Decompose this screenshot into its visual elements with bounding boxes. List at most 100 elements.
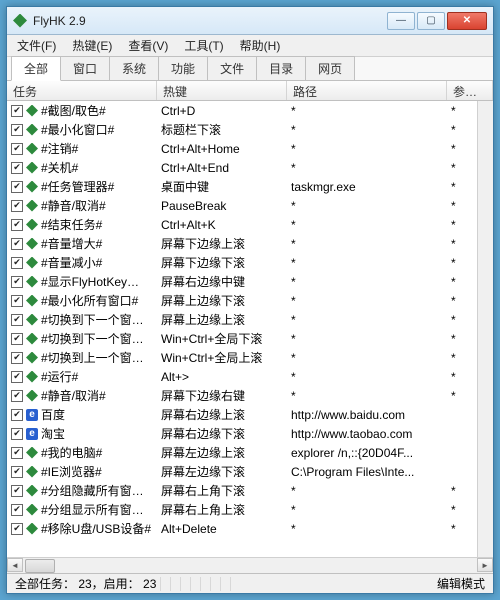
row-checkbox[interactable]: ✔ [11, 257, 23, 269]
row-checkbox[interactable]: ✔ [11, 409, 23, 421]
row-checkbox[interactable]: ✔ [11, 143, 23, 155]
task-name: #静音/取消# [41, 387, 153, 404]
tab-dir[interactable]: 目录 [256, 56, 306, 80]
row-checkbox[interactable]: ✔ [11, 200, 23, 212]
table-row[interactable]: ✔#移除U盘/USB设备#Alt+Delete** [7, 519, 493, 538]
tab-web[interactable]: 网页 [305, 56, 355, 80]
table-row[interactable]: ✔#我的电脑#屏幕左边缘上滚explorer /n,::{20D04F... [7, 443, 493, 462]
path-cell: * [287, 199, 447, 213]
col-header-task[interactable]: 任务 [7, 81, 157, 100]
row-checkbox[interactable]: ✔ [11, 295, 23, 307]
hscroll-left[interactable]: ◄ [7, 558, 23, 572]
row-checkbox[interactable]: ✔ [11, 390, 23, 402]
window-title: FlyHK 2.9 [33, 14, 387, 28]
hotkey-cell: PauseBreak [157, 199, 287, 213]
hscroll-track[interactable] [23, 558, 477, 573]
path-cell: * [287, 351, 447, 365]
tab-function[interactable]: 功能 [158, 56, 208, 80]
task-name: #最小化所有窗口# [41, 292, 153, 309]
table-row[interactable]: ✔#任务管理器#桌面中键taskmgr.exe* [7, 177, 493, 196]
maximize-button[interactable]: ▢ [417, 12, 445, 30]
table-row[interactable]: ✔#截图/取色#Ctrl+D** [7, 101, 493, 120]
app-icon [13, 14, 27, 28]
row-checkbox[interactable]: ✔ [11, 504, 23, 516]
table-row[interactable]: ✔#显示FlyHotKey…屏幕右边缘中键** [7, 272, 493, 291]
table-row[interactable]: ✔#音量减小#屏幕下边缘下滚** [7, 253, 493, 272]
col-header-hotkey[interactable]: 热键 [157, 81, 287, 100]
table-row[interactable]: ✔#切换到上一个窗…Win+Ctrl+全局上滚** [7, 348, 493, 367]
row-checkbox[interactable]: ✔ [11, 333, 23, 345]
table-row[interactable]: ✔#结束任务#Ctrl+Alt+K** [7, 215, 493, 234]
tab-file[interactable]: 文件 [207, 56, 257, 80]
task-name: #分组隐藏所有窗… [41, 482, 153, 499]
tab-all[interactable]: 全部 [11, 56, 61, 81]
task-name: #显示FlyHotKey… [41, 273, 153, 290]
table-row[interactable]: ✔#切换到下一个窗…Win+Ctrl+全局下滚** [7, 329, 493, 348]
row-checkbox[interactable]: ✔ [11, 485, 23, 497]
table-row[interactable]: ✔#音量增大#屏幕下边缘上滚** [7, 234, 493, 253]
row-checkbox[interactable]: ✔ [11, 371, 23, 383]
hotkey-cell: 屏幕右边缘上滚 [157, 406, 287, 423]
row-checkbox[interactable]: ✔ [11, 428, 23, 440]
path-cell: * [287, 123, 447, 137]
status-counts: 全部任务： 23，启用： 23 [11, 575, 160, 592]
row-checkbox[interactable]: ✔ [11, 105, 23, 117]
table-row[interactable]: ✔淘宝屏幕右边缘下滚http://www.taobao.com [7, 424, 493, 443]
table-row[interactable]: ✔#IE浏览器#屏幕左边缘下滚C:\Program Files\Inte... [7, 462, 493, 481]
row-checkbox[interactable]: ✔ [11, 447, 23, 459]
col-header-path[interactable]: 路径 [287, 81, 447, 100]
table-row[interactable]: ✔#静音/取消#PauseBreak** [7, 196, 493, 215]
row-checkbox[interactable]: ✔ [11, 124, 23, 136]
row-checkbox[interactable]: ✔ [11, 162, 23, 174]
table-row[interactable]: ✔#最小化窗口#标题栏下滚** [7, 120, 493, 139]
path-cell: * [287, 313, 447, 327]
hscroll-thumb[interactable] [25, 559, 55, 573]
menu-hotkey[interactable]: 热键(E) [66, 35, 118, 56]
menu-file[interactable]: 文件(F) [11, 35, 62, 56]
hotkey-icon [26, 523, 38, 535]
hotkey-cell: 屏幕右边缘下滚 [157, 425, 287, 442]
table-row[interactable]: ✔#运行#Alt+>** [7, 367, 493, 386]
hotkey-icon [26, 485, 38, 497]
ie-icon [26, 409, 38, 421]
horizontal-scrollbar[interactable]: ◄ ► [7, 557, 493, 573]
col-header-param[interactable]: 参… [447, 81, 493, 100]
table-row[interactable]: ✔#切换到下一个窗…屏幕上边缘上滚** [7, 310, 493, 329]
hotkey-icon [26, 447, 38, 459]
task-name: #切换到下一个窗… [41, 330, 153, 347]
menu-tools[interactable]: 工具(T) [178, 35, 229, 56]
row-checkbox[interactable]: ✔ [11, 219, 23, 231]
hotkey-icon [26, 257, 38, 269]
row-checkbox[interactable]: ✔ [11, 238, 23, 250]
row-checkbox[interactable]: ✔ [11, 314, 23, 326]
table-row[interactable]: ✔百度屏幕右边缘上滚http://www.baidu.com [7, 405, 493, 424]
hotkey-cell: 桌面中键 [157, 178, 287, 195]
table-row[interactable]: ✔#关机#Ctrl+Alt+End** [7, 158, 493, 177]
minimize-button[interactable]: — [387, 12, 415, 30]
path-cell: taskmgr.exe [287, 180, 447, 194]
row-checkbox[interactable]: ✔ [11, 523, 23, 535]
menu-help[interactable]: 帮助(H) [234, 35, 287, 56]
window-controls: — ▢ ✕ [387, 12, 487, 30]
menu-view[interactable]: 查看(V) [122, 35, 174, 56]
row-checkbox[interactable]: ✔ [11, 181, 23, 193]
titlebar[interactable]: FlyHK 2.9 — ▢ ✕ [7, 7, 493, 35]
table-row[interactable]: ✔#注销#Ctrl+Alt+Home** [7, 139, 493, 158]
table-row[interactable]: ✔#最小化所有窗口#屏幕上边缘下滚** [7, 291, 493, 310]
path-cell: * [287, 503, 447, 517]
row-checkbox[interactable]: ✔ [11, 276, 23, 288]
table-row[interactable]: ✔#分组显示所有窗…屏幕右上角上滚** [7, 500, 493, 519]
close-button[interactable]: ✕ [447, 12, 487, 30]
ie-icon [26, 428, 38, 440]
tab-system[interactable]: 系统 [109, 56, 159, 80]
tab-window[interactable]: 窗口 [60, 56, 110, 80]
vertical-scrollbar[interactable] [477, 101, 493, 557]
hotkey-cell: 屏幕右边缘中键 [157, 273, 287, 290]
hscroll-right[interactable]: ► [477, 558, 493, 572]
table-row[interactable]: ✔#静音/取消#屏幕下边缘右键** [7, 386, 493, 405]
table-row[interactable]: ✔#分组隐藏所有窗…屏幕右上角下滚** [7, 481, 493, 500]
row-checkbox[interactable]: ✔ [11, 466, 23, 478]
task-name: #静音/取消# [41, 197, 153, 214]
hotkey-icon [26, 124, 38, 136]
row-checkbox[interactable]: ✔ [11, 352, 23, 364]
